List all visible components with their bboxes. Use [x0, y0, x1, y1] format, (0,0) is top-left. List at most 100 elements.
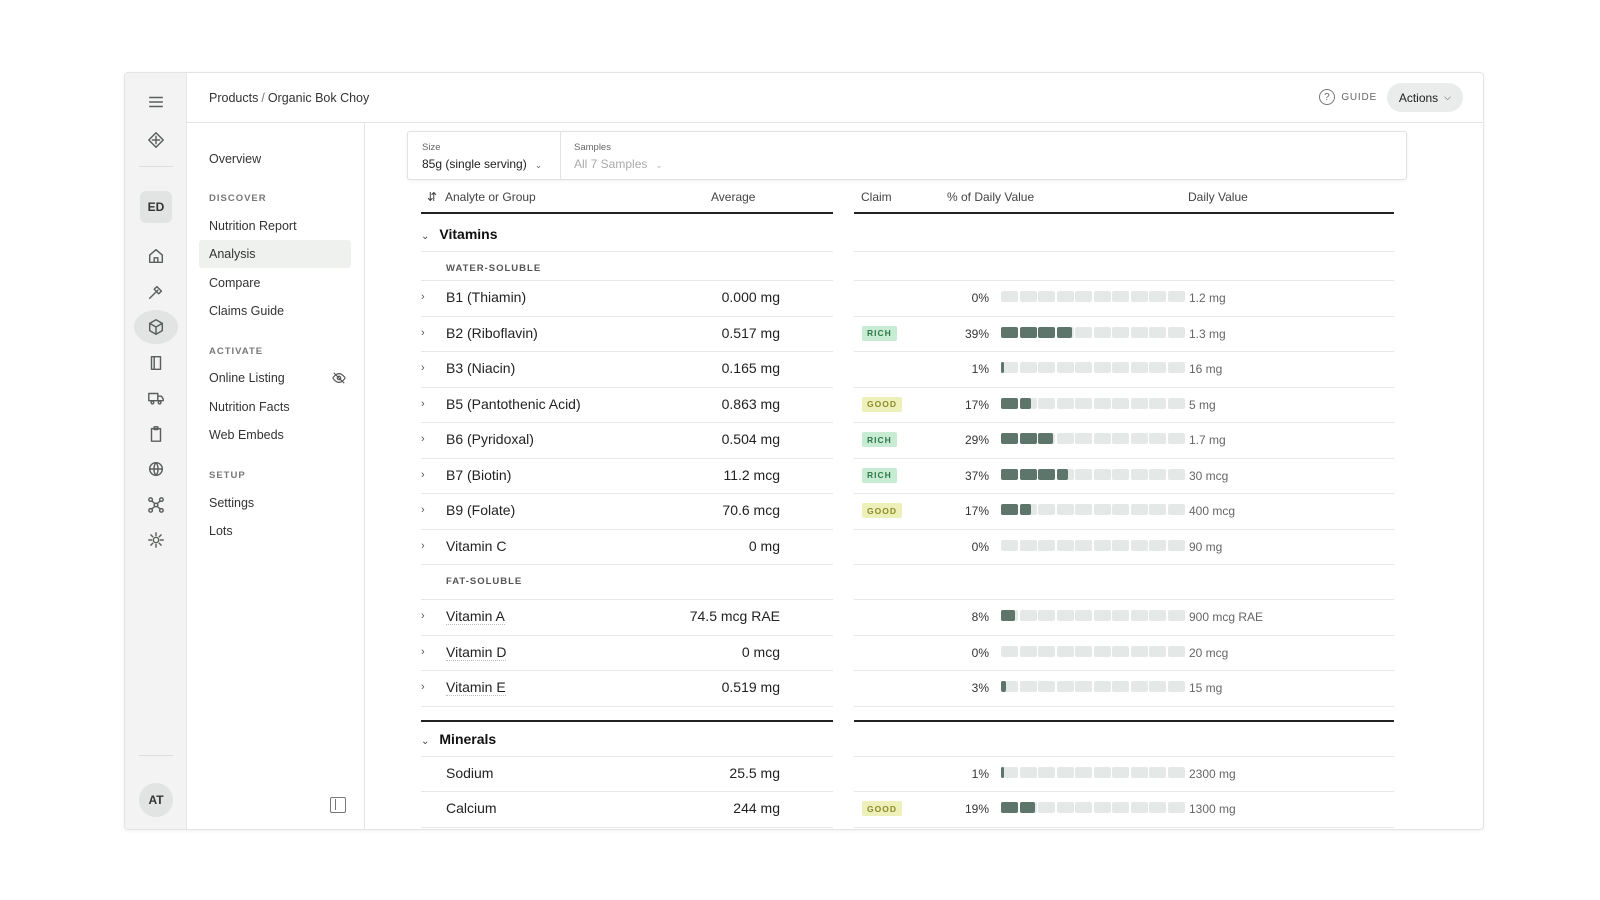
filter-bar: Size 85g (single serving) ⌄ Samples All 7… [407, 131, 1407, 180]
bar-segment [1038, 504, 1055, 515]
bar-segment [1075, 468, 1092, 480]
col-average[interactable]: Average [711, 190, 755, 214]
collapse-sidebar-icon[interactable] [330, 797, 346, 813]
size-label: Size [422, 142, 441, 153]
chevron-right-icon[interactable]: › [421, 540, 431, 552]
workspace-badge[interactable]: ED [140, 191, 172, 223]
chevron-right-icon[interactable]: › [421, 398, 431, 410]
average-value: 11.2 mcg [723, 466, 780, 483]
nav-item-settings[interactable]: Settings [199, 489, 351, 517]
bar-fill [1001, 610, 1015, 621]
sort-icon[interactable]: ⇵ [427, 190, 437, 214]
table-row[interactable]: › Vitamin E 0.519 mg 3% 15 mg [421, 670, 1395, 705]
analyte-name: Vitamin C [446, 537, 507, 554]
gear-icon[interactable] [141, 525, 171, 555]
nav-item-lots[interactable]: Lots [199, 517, 351, 545]
col-daily-value-pct[interactable]: % of Daily Value [947, 190, 1034, 214]
chevron-right-icon[interactable]: › [421, 504, 431, 516]
col-daily-value[interactable]: Daily Value [1188, 190, 1248, 214]
bar-segment [1149, 291, 1166, 302]
bar-segment [1019, 610, 1037, 621]
nav-item-web-embeds[interactable]: Web Embeds [199, 421, 351, 449]
truck-icon[interactable] [141, 383, 171, 413]
chevron-right-icon[interactable]: › [421, 327, 431, 339]
home-icon[interactable] [141, 241, 171, 271]
bar-segment [1167, 681, 1185, 692]
breadcrumb-parent[interactable]: Products [209, 91, 258, 105]
book-icon[interactable] [141, 348, 171, 378]
row-divider [421, 564, 833, 565]
nav-item-nutrition-report[interactable]: Nutrition Report [199, 212, 351, 240]
chevron-right-icon[interactable]: › [421, 433, 431, 445]
chevron-right-icon[interactable]: › [421, 681, 431, 693]
bar-fill [1019, 504, 1032, 515]
menu-icon[interactable] [141, 87, 171, 117]
table-row[interactable]: › Vitamin A 74.5 mcg RAE 8% 900 mcg RAE [421, 599, 1395, 634]
bar-segment [1075, 504, 1092, 515]
bar-segment [1130, 802, 1148, 813]
daily-value-percent: 3% [971, 681, 989, 695]
table-row[interactable]: › B7 (Biotin) 11.2 mcg RICH 37% 30 mcg [421, 458, 1395, 493]
bar-segment [1056, 645, 1074, 657]
bar-fill [1001, 433, 1018, 444]
nav-item-claims-guide[interactable]: Claims Guide [199, 297, 351, 325]
daily-value-bar [1001, 362, 1185, 373]
chevron-right-icon[interactable]: › [421, 291, 431, 303]
daily-value: 1300 mg [1189, 802, 1236, 816]
nav-item-analysis[interactable]: Analysis [199, 240, 351, 268]
bar-segment [1093, 291, 1111, 302]
table-row[interactable]: › B2 (Riboflavin) 0.517 mg RICH 39% 1.3 mg [421, 316, 1395, 351]
actions-button[interactable]: Actions ⌵ [1386, 83, 1463, 112]
bar-segment [1038, 397, 1055, 409]
daily-value-bar [1001, 291, 1185, 302]
bar-segment [1075, 610, 1092, 621]
table-row[interactable]: › B6 (Pyridoxal) 0.504 mg RICH 29% 1.7 mg [421, 422, 1395, 457]
cube-icon[interactable] [134, 310, 178, 344]
chevron-down-icon[interactable]: ⌄ [421, 736, 429, 747]
nav-item-overview[interactable]: Overview [199, 145, 351, 173]
bar-segment [1038, 291, 1055, 302]
daily-value-percent: 0% [971, 645, 989, 660]
table-row[interactable]: Sodium 25.5 mg 1% 2300 mg [421, 756, 1395, 791]
table-row[interactable]: Calcium 244 mg GOOD 19% 1300 mg [421, 791, 1395, 826]
bar-segment [1130, 468, 1148, 480]
chevron-right-icon[interactable]: › [421, 610, 431, 622]
bar-segment [1093, 681, 1111, 692]
bar-segment [1093, 539, 1111, 551]
globe-icon[interactable] [141, 454, 171, 484]
logo-icon[interactable] [141, 125, 171, 155]
eye-off-icon[interactable] [332, 371, 346, 385]
size-select[interactable]: Size 85g (single serving) ⌄ [408, 132, 556, 179]
chevron-down-icon[interactable]: ⌄ [421, 231, 429, 242]
guide-link[interactable]: ? GUIDE [1319, 89, 1377, 105]
samples-select[interactable]: Samples All 7 Samples ⌄ [560, 132, 677, 179]
group-header[interactable]: ⌄ Vitamins [421, 226, 498, 242]
table-row[interactable]: › B5 (Pantothenic Acid) 0.863 mg GOOD 17% 5 m… [421, 387, 1395, 422]
chevron-right-icon[interactable]: › [421, 469, 431, 481]
group-header[interactable]: ⌄ Minerals [421, 731, 496, 747]
group-rule [421, 719, 833, 722]
chevron-right-icon[interactable]: › [421, 362, 431, 374]
tool-icon[interactable] [141, 277, 171, 307]
table-row[interactable]: › B9 (Folate) 70.6 mcg GOOD 17% 400 mcg [421, 493, 1395, 528]
chevron-right-icon[interactable]: › [421, 646, 431, 658]
chevron-down-icon: ⌵ [1444, 92, 1451, 102]
table-row[interactable]: › Vitamin C 0 mg 0% 90 mg [421, 529, 1395, 564]
col-analyte[interactable]: Analyte or Group [445, 190, 536, 214]
col-claim[interactable]: Claim [861, 190, 892, 214]
nav-item-nutrition-facts[interactable]: Nutrition Facts [199, 393, 351, 421]
icon-rail: ED AT [125, 73, 187, 829]
table-row[interactable]: › Vitamin D 0 mcg 0% 20 mcg [421, 635, 1395, 670]
table-row[interactable]: › B3 (Niacin) 0.165 mg 1% 16 mg [421, 351, 1395, 386]
table-row[interactable]: › B1 (Thiamin) 0.000 mg 0% 1.2 mg [421, 280, 1395, 315]
bar-segment [1130, 326, 1148, 338]
nav-item-compare[interactable]: Compare [199, 269, 351, 297]
nav-item-online-listing[interactable]: Online Listing [199, 364, 351, 392]
analyte-name: Sodium [446, 764, 494, 781]
bar-segment [1149, 362, 1166, 373]
bar-segment [1112, 504, 1129, 515]
network-icon[interactable] [141, 490, 171, 520]
clipboard-icon[interactable] [141, 419, 171, 449]
user-avatar[interactable]: AT [139, 783, 173, 817]
bar-segment [1112, 766, 1129, 778]
